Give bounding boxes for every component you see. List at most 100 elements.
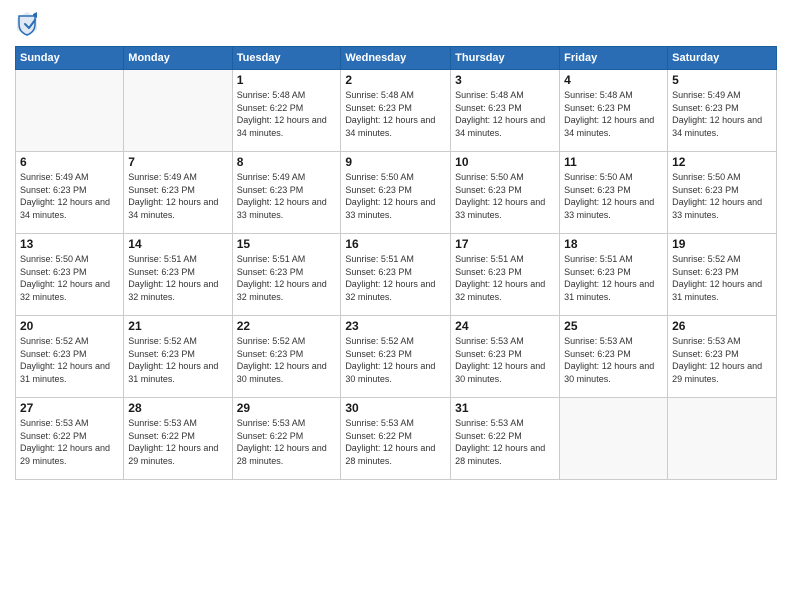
logo-icon <box>15 10 39 38</box>
day-number: 24 <box>455 319 555 333</box>
calendar-cell: 8 Sunrise: 5:49 AMSunset: 6:23 PMDaylight… <box>232 152 341 234</box>
calendar-week-row: 20 Sunrise: 5:52 AMSunset: 6:23 PMDayligh… <box>16 316 777 398</box>
day-number: 4 <box>564 73 663 87</box>
day-number: 29 <box>237 401 337 415</box>
calendar-cell: 20Sunrise: 5:52 AMSunset: 6:23 PMDayligh… <box>16 316 124 398</box>
day-detail: Sunrise: 5:51 AMSunset: 6:23 PMDaylight:… <box>455 253 555 303</box>
day-number: 20 <box>20 319 119 333</box>
day-detail: Sunrise: 5:48 AMSunset: 6:23 PMDaylight:… <box>455 89 555 139</box>
calendar-cell: 30 Sunrise: 5:53 AMSunset: 6:22 PMDayligh… <box>341 398 451 480</box>
day-number: 13 <box>20 237 119 251</box>
calendar-cell: 28 Sunrise: 5:53 AMSunset: 6:22 PMDayligh… <box>124 398 232 480</box>
weekday-header: Sunday <box>16 47 124 70</box>
calendar-cell: 22 Sunrise: 5:52 AMSunset: 6:23 PMDayligh… <box>232 316 341 398</box>
day-number: 10 <box>455 155 555 169</box>
day-number: 7 <box>128 155 227 169</box>
calendar-cell: 15 Sunrise: 5:51 AMSunset: 6:23 PMDayligh… <box>232 234 341 316</box>
day-detail: Sunrise: 5:52 AMSunset: 6:23 PMDaylight:… <box>345 335 446 385</box>
calendar-cell: 25 Sunrise: 5:53 AMSunset: 6:23 PMDayligh… <box>560 316 668 398</box>
calendar-cell: 3 Sunrise: 5:48 AMSunset: 6:23 PMDaylight… <box>451 70 560 152</box>
weekday-header: Saturday <box>668 47 777 70</box>
day-number: 31 <box>455 401 555 415</box>
day-detail: Sunrise: 5:51 AMSunset: 6:23 PMDaylight:… <box>345 253 446 303</box>
day-number: 28 <box>128 401 227 415</box>
day-number: 22 <box>237 319 337 333</box>
day-detail: Sunrise: 5:53 AMSunset: 6:22 PMDaylight:… <box>455 417 555 467</box>
calendar-week-row: 13 Sunrise: 5:50 AMSunset: 6:23 PMDayligh… <box>16 234 777 316</box>
calendar-cell: 10 Sunrise: 5:50 AMSunset: 6:23 PMDayligh… <box>451 152 560 234</box>
day-number: 27 <box>20 401 119 415</box>
day-detail: Sunrise: 5:48 AMSunset: 6:22 PMDaylight:… <box>237 89 337 139</box>
day-detail: Sunrise: 5:49 AMSunset: 6:23 PMDaylight:… <box>128 171 227 221</box>
calendar-cell: 31 Sunrise: 5:53 AMSunset: 6:22 PMDayligh… <box>451 398 560 480</box>
calendar-cell: 24Sunrise: 5:53 AMSunset: 6:23 PMDayligh… <box>451 316 560 398</box>
day-number: 11 <box>564 155 663 169</box>
calendar-cell: 14Sunrise: 5:51 AMSunset: 6:23 PMDayligh… <box>124 234 232 316</box>
calendar-cell: 26 Sunrise: 5:53 AMSunset: 6:23 PMDayligh… <box>668 316 777 398</box>
day-number: 21 <box>128 319 227 333</box>
day-detail: Sunrise: 5:53 AMSunset: 6:23 PMDaylight:… <box>672 335 772 385</box>
day-number: 23 <box>345 319 446 333</box>
day-detail: Sunrise: 5:49 AMSunset: 6:23 PMDaylight:… <box>237 171 337 221</box>
day-detail: Sunrise: 5:53 AMSunset: 6:22 PMDaylight:… <box>20 417 119 467</box>
calendar-cell: 9 Sunrise: 5:50 AMSunset: 6:23 PMDaylight… <box>341 152 451 234</box>
day-number: 3 <box>455 73 555 87</box>
header <box>15 10 777 38</box>
day-number: 17 <box>455 237 555 251</box>
day-detail: Sunrise: 5:53 AMSunset: 6:22 PMDaylight:… <box>237 417 337 467</box>
day-number: 19 <box>672 237 772 251</box>
weekday-header: Friday <box>560 47 668 70</box>
day-detail: Sunrise: 5:53 AMSunset: 6:22 PMDaylight:… <box>128 417 227 467</box>
day-detail: Sunrise: 5:53 AMSunset: 6:23 PMDaylight:… <box>564 335 663 385</box>
day-number: 26 <box>672 319 772 333</box>
calendar-cell: 21Sunrise: 5:52 AMSunset: 6:23 PMDayligh… <box>124 316 232 398</box>
calendar-cell: 6Sunrise: 5:49 AMSunset: 6:23 PMDaylight… <box>16 152 124 234</box>
day-detail: Sunrise: 5:50 AMSunset: 6:23 PMDaylight:… <box>455 171 555 221</box>
day-detail: Sunrise: 5:48 AMSunset: 6:23 PMDaylight:… <box>564 89 663 139</box>
calendar-week-row: 6Sunrise: 5:49 AMSunset: 6:23 PMDaylight… <box>16 152 777 234</box>
page: SundayMondayTuesdayWednesdayThursdayFrid… <box>0 0 792 612</box>
day-number: 25 <box>564 319 663 333</box>
calendar-cell: 4 Sunrise: 5:48 AMSunset: 6:23 PMDaylight… <box>560 70 668 152</box>
day-number: 1 <box>237 73 337 87</box>
calendar-cell <box>560 398 668 480</box>
calendar-cell: 27 Sunrise: 5:53 AMSunset: 6:22 PMDayligh… <box>16 398 124 480</box>
logo <box>15 10 43 38</box>
day-detail: Sunrise: 5:48 AMSunset: 6:23 PMDaylight:… <box>345 89 446 139</box>
day-detail: Sunrise: 5:49 AMSunset: 6:23 PMDaylight:… <box>20 171 119 221</box>
day-number: 18 <box>564 237 663 251</box>
calendar-week-row: 27 Sunrise: 5:53 AMSunset: 6:22 PMDayligh… <box>16 398 777 480</box>
day-detail: Sunrise: 5:50 AMSunset: 6:23 PMDaylight:… <box>672 171 772 221</box>
day-number: 15 <box>237 237 337 251</box>
calendar-cell: 16 Sunrise: 5:51 AMSunset: 6:23 PMDayligh… <box>341 234 451 316</box>
calendar-cell: 13 Sunrise: 5:50 AMSunset: 6:23 PMDayligh… <box>16 234 124 316</box>
calendar-cell: 23 Sunrise: 5:52 AMSunset: 6:23 PMDayligh… <box>341 316 451 398</box>
day-detail: Sunrise: 5:50 AMSunset: 6:23 PMDaylight:… <box>20 253 119 303</box>
day-detail: Sunrise: 5:50 AMSunset: 6:23 PMDaylight:… <box>345 171 446 221</box>
day-number: 8 <box>237 155 337 169</box>
calendar-cell: 1 Sunrise: 5:48 AMSunset: 6:22 PMDaylight… <box>232 70 341 152</box>
day-detail: Sunrise: 5:49 AMSunset: 6:23 PMDaylight:… <box>672 89 772 139</box>
weekday-header-row: SundayMondayTuesdayWednesdayThursdayFrid… <box>16 47 777 70</box>
weekday-header: Monday <box>124 47 232 70</box>
day-detail: Sunrise: 5:52 AMSunset: 6:23 PMDaylight:… <box>237 335 337 385</box>
day-number: 14 <box>128 237 227 251</box>
calendar-cell: 29 Sunrise: 5:53 AMSunset: 6:22 PMDayligh… <box>232 398 341 480</box>
day-detail: Sunrise: 5:50 AMSunset: 6:23 PMDaylight:… <box>564 171 663 221</box>
day-number: 5 <box>672 73 772 87</box>
calendar-cell: 5 Sunrise: 5:49 AMSunset: 6:23 PMDaylight… <box>668 70 777 152</box>
calendar-cell: 11 Sunrise: 5:50 AMSunset: 6:23 PMDayligh… <box>560 152 668 234</box>
day-detail: Sunrise: 5:53 AMSunset: 6:22 PMDaylight:… <box>345 417 446 467</box>
day-number: 16 <box>345 237 446 251</box>
calendar-cell: 12Sunrise: 5:50 AMSunset: 6:23 PMDayligh… <box>668 152 777 234</box>
weekday-header: Wednesday <box>341 47 451 70</box>
calendar-cell: 19 Sunrise: 5:52 AMSunset: 6:23 PMDayligh… <box>668 234 777 316</box>
day-detail: Sunrise: 5:51 AMSunset: 6:23 PMDaylight:… <box>237 253 337 303</box>
day-detail: Sunrise: 5:52 AMSunset: 6:23 PMDaylight:… <box>672 253 772 303</box>
calendar-cell: 2 Sunrise: 5:48 AMSunset: 6:23 PMDaylight… <box>341 70 451 152</box>
calendar-cell <box>668 398 777 480</box>
day-number: 2 <box>345 73 446 87</box>
day-number: 9 <box>345 155 446 169</box>
day-number: 30 <box>345 401 446 415</box>
weekday-header: Thursday <box>451 47 560 70</box>
